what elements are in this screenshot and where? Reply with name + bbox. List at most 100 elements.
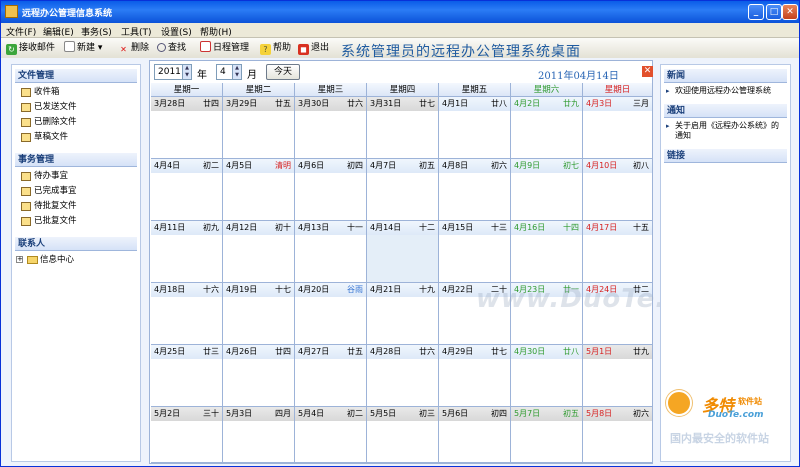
calendar-day-cell[interactable]: 4月2日 廿九 — [511, 97, 583, 159]
calendar-day-cell[interactable]: 4月21日 十九 — [367, 283, 439, 345]
news-item[interactable]: 欢迎使用远程办公管理系统 — [661, 83, 790, 98]
today-button[interactable]: 今天 — [266, 64, 300, 80]
calendar-day-cell[interactable]: 4月9日 初七 — [511, 159, 583, 221]
calendar-day-cell[interactable]: 4月5日 清明 — [223, 159, 295, 221]
sidebar-item-inbox[interactable]: 收件箱 — [12, 85, 140, 100]
sidebar-item-sent[interactable]: 已发送文件 — [12, 100, 140, 115]
calendar-day-cell[interactable]: 4月15日 十三 — [439, 221, 511, 283]
calendar-day-cell[interactable]: 5月6日 初四 — [439, 407, 511, 463]
app-window: 远程办公管理信息系统 _ □ ✕ 文件(F) 编辑(E) 事务(S) 工具(T)… — [0, 0, 800, 467]
calendar-day-cell[interactable]: 4月17日 十五 — [583, 221, 653, 283]
tree-item-info-center[interactable]: + 信息中心 — [12, 253, 140, 267]
calendar-day-cell[interactable]: 3月29日 廿五 — [223, 97, 295, 159]
menu-edit[interactable]: 编辑(E) — [43, 25, 74, 38]
month-label: 月 — [247, 70, 257, 81]
folder-icon — [27, 256, 38, 264]
contacts-header[interactable]: 联系人 — [15, 237, 137, 251]
chevron-down-icon[interactable]: ▾ — [98, 43, 103, 53]
calendar-day-cell[interactable]: 3月30日 廿六 — [295, 97, 367, 159]
calendar-day-cell[interactable]: 4月28日 廿六 — [367, 345, 439, 407]
affairs-management-header[interactable]: 事务管理 — [15, 153, 137, 167]
calendar-day-cell[interactable]: 4月1日 廿八 — [439, 97, 511, 159]
schedule-button[interactable]: 日程管理 — [200, 40, 249, 56]
calendar-day-cell[interactable]: 3月31日 廿七 — [367, 97, 439, 159]
day-date: 5月7日 — [514, 409, 541, 418]
menu-tools[interactable]: 工具(T) — [121, 25, 152, 38]
calendar-day-cell[interactable]: 5月4日 初二 — [295, 407, 367, 463]
weekday-header: 星期二 — [223, 83, 295, 97]
day-header: 4月21日 十九 — [367, 283, 438, 297]
receive-mail-button[interactable]: ↻ 接收邮件 — [6, 40, 55, 56]
calendar-day-cell[interactable]: 4月27日 廿五 — [295, 345, 367, 407]
calendar-day-cell[interactable]: 4月10日 初八 — [583, 159, 653, 221]
day-header: 3月29日 廿五 — [223, 97, 294, 111]
calendar-day-cell[interactable]: 5月8日 初六 — [583, 407, 653, 463]
find-button[interactable]: 查找 — [157, 40, 186, 56]
day-date: 5月4日 — [298, 409, 325, 418]
day-date: 4月27日 — [298, 347, 330, 356]
calendar-day-cell[interactable]: 4月4日 初二 — [151, 159, 223, 221]
calendar-day-cell[interactable]: 4月13日 十一 — [295, 221, 367, 283]
menu-settings[interactable]: 设置(S) — [161, 25, 192, 38]
day-date: 5月6日 — [442, 409, 469, 418]
year-label: 年 — [197, 70, 207, 81]
spin-arrows-icon[interactable]: ▲ ▼ — [182, 65, 191, 79]
calendar-day-cell[interactable]: 4月20日 谷雨 — [295, 283, 367, 345]
calendar-day-cell[interactable]: 4月25日 廿三 — [151, 345, 223, 407]
file-management-header[interactable]: 文件管理 — [15, 69, 137, 83]
maximize-button[interactable]: □ — [766, 4, 782, 20]
lunar-date: 初二 — [347, 409, 363, 418]
calendar-day-cell[interactable]: 5月2日 三十 — [151, 407, 223, 463]
title-bar: 远程办公管理信息系统 _ □ ✕ — [1, 1, 799, 23]
day-date: 4月7日 — [370, 161, 397, 170]
lunar-date: 清明 — [275, 161, 291, 170]
spin-arrows-icon[interactable]: ▲ ▼ — [232, 65, 241, 79]
day-header: 4月19日 十七 — [223, 283, 294, 297]
sidebar-item-pending-reply[interactable]: 待批复文件 — [12, 199, 140, 214]
day-date: 4月4日 — [154, 161, 181, 170]
exit-button[interactable]: ◼ 退出 — [298, 40, 329, 56]
calendar-day-cell[interactable]: 5月3日 四月 — [223, 407, 295, 463]
expand-icon[interactable]: + — [16, 256, 23, 263]
menu-file[interactable]: 文件(F) — [6, 25, 36, 38]
menu-affairs[interactable]: 事务(S) — [81, 25, 112, 38]
replied-icon — [21, 217, 31, 226]
calendar-day-cell[interactable]: 4月11日 初九 — [151, 221, 223, 283]
calendar-day-cell[interactable]: 5月5日 初三 — [367, 407, 439, 463]
calendar-day-cell[interactable]: 5月1日 廿九 — [583, 345, 653, 407]
help-button[interactable]: ? 帮助 — [260, 40, 291, 56]
lunar-date: 初八 — [633, 161, 649, 170]
month-spinner[interactable]: 4 ▲ ▼ — [216, 64, 242, 80]
calendar-day-cell[interactable]: 4月26日 廿四 — [223, 345, 295, 407]
calendar-day-cell[interactable]: 4月14日 十二 — [367, 221, 439, 283]
close-button[interactable]: ✕ — [782, 4, 798, 20]
day-date: 4月14日 — [370, 223, 402, 232]
notice-item[interactable]: 关于启用《远程办公系统》的通知 — [661, 118, 790, 143]
sidebar-item-drafts[interactable]: 草稿文件 — [12, 130, 140, 145]
calendar-panel: 2011 ▲ ▼ 年 4 ▲ ▼ 月 今天 2011年04月14日 ✕ 星期一 星期二 星期… — [149, 60, 729, 464]
delete-button[interactable]: ✕ 删除 — [118, 40, 149, 56]
calendar-day-cell[interactable]: 4月30日 廿八 — [511, 345, 583, 407]
year-spinner[interactable]: 2011 ▲ ▼ — [154, 64, 192, 80]
day-header: 5月3日 四月 — [223, 407, 294, 421]
calendar-day-cell[interactable]: 4月29日 廿七 — [439, 345, 511, 407]
calendar-day-cell[interactable]: 3月28日 廿四 — [151, 97, 223, 159]
sidebar-item-todo[interactable]: 待办事宜 — [12, 169, 140, 184]
calendar-day-cell[interactable]: 4月7日 初五 — [367, 159, 439, 221]
sidebar-item-done[interactable]: 已完成事宜 — [12, 184, 140, 199]
calendar-day-cell[interactable]: 5月7日 初五 — [511, 407, 583, 463]
left-sidebar: 文件管理 收件箱 已发送文件 已删除文件 草稿文件 事务管理 待办事宜 已完成事… — [11, 64, 141, 462]
new-button[interactable]: 新建 ▾ — [64, 40, 102, 56]
calendar-day-cell[interactable]: 4月18日 十六 — [151, 283, 223, 345]
calendar-close-icon[interactable]: ✕ — [642, 66, 653, 77]
calendar-day-cell[interactable]: 4月12日 初十 — [223, 221, 295, 283]
calendar-day-cell[interactable]: 4月3日 三月 — [583, 97, 653, 159]
calendar-day-cell[interactable]: 4月19日 十七 — [223, 283, 295, 345]
menu-help[interactable]: 帮助(H) — [200, 25, 232, 38]
calendar-day-cell[interactable]: 4月16日 十四 — [511, 221, 583, 283]
sidebar-item-deleted[interactable]: 已删除文件 — [12, 115, 140, 130]
minimize-button[interactable]: _ — [748, 4, 764, 20]
sidebar-item-replied[interactable]: 已批复文件 — [12, 214, 140, 229]
calendar-day-cell[interactable]: 4月8日 初六 — [439, 159, 511, 221]
calendar-day-cell[interactable]: 4月6日 初四 — [295, 159, 367, 221]
